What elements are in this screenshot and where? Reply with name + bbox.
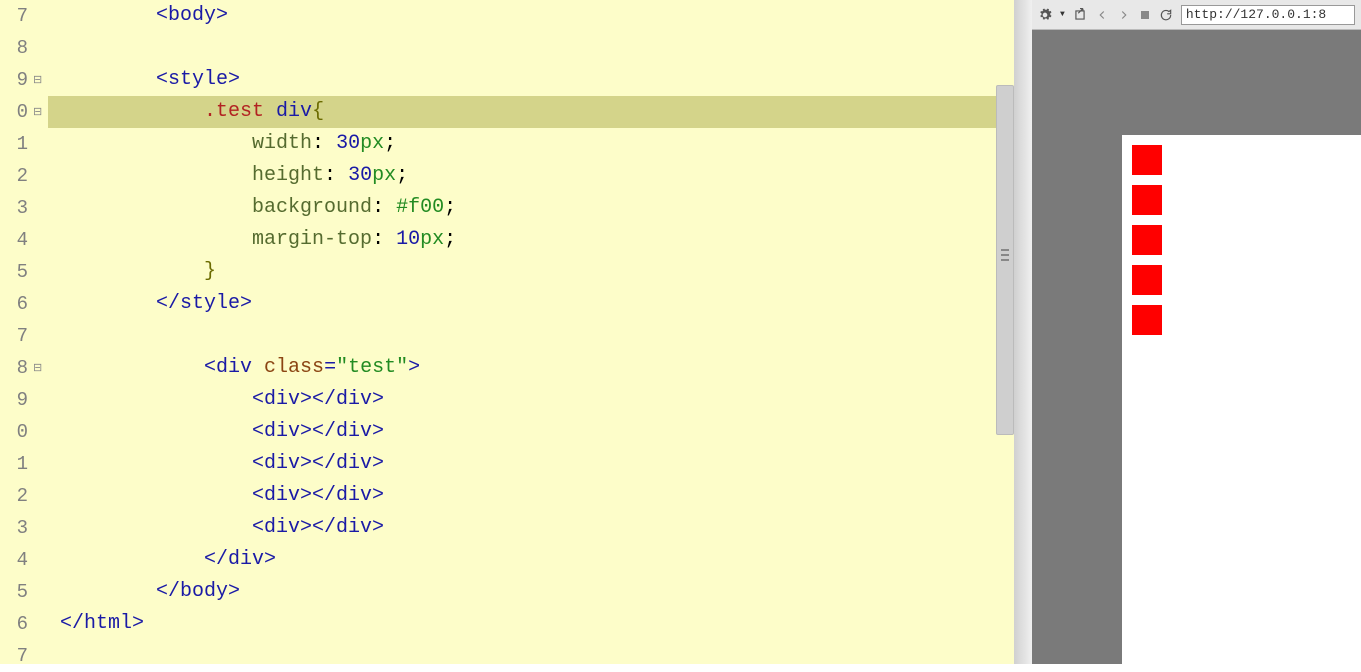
preview-viewport <box>1032 30 1361 664</box>
forward-icon[interactable] <box>1117 8 1131 22</box>
line-number: 6 <box>0 288 30 320</box>
code-line[interactable]: <div></div> <box>48 384 1014 416</box>
scrollbar-grip[interactable] <box>1001 246 1009 270</box>
preview-box <box>1132 305 1162 335</box>
code-line[interactable] <box>48 640 1014 672</box>
preview-toolbar: ▼ http://127.0.0.1:8 <box>1032 0 1361 30</box>
code-line[interactable]: background: #f00; <box>48 192 1014 224</box>
line-number: 0 <box>0 416 30 448</box>
preview-box <box>1132 265 1162 295</box>
code-line[interactable] <box>48 32 1014 64</box>
code-line[interactable]: <div></div> <box>48 416 1014 448</box>
code-line[interactable]: </div> <box>48 544 1014 576</box>
line-number: 6 <box>0 608 30 640</box>
rendered-page <box>1122 135 1361 664</box>
line-number: 4 <box>0 544 30 576</box>
line-number: 2 <box>0 160 30 192</box>
fold-toggle-icon[interactable]: ⊟ <box>33 361 42 375</box>
line-number: 9 <box>0 64 30 96</box>
line-number: 7 <box>0 0 30 32</box>
stop-icon[interactable] <box>1139 9 1151 21</box>
line-number: 3 <box>0 512 30 544</box>
dropdown-icon[interactable]: ▼ <box>1060 10 1065 19</box>
ide-window: 789012345678901234567 ⊟ ⊟ ⊟ <body> <style>… <box>0 0 1361 664</box>
line-number: 8 <box>0 32 30 64</box>
code-line[interactable]: <div></div> <box>48 448 1014 480</box>
code-line[interactable]: <div></div> <box>48 512 1014 544</box>
line-number-gutter: 789012345678901234567 <box>0 0 30 664</box>
preview-box <box>1132 225 1162 255</box>
code-line[interactable]: </html> <box>48 608 1014 640</box>
code-line[interactable]: margin-top: 10px; <box>48 224 1014 256</box>
code-line[interactable] <box>48 320 1014 352</box>
code-line[interactable]: </style> <box>48 288 1014 320</box>
code-line[interactable]: height: 30px; <box>48 160 1014 192</box>
code-line[interactable]: <style> <box>48 64 1014 96</box>
code-line[interactable]: <div></div> <box>48 480 1014 512</box>
reload-icon[interactable] <box>1159 8 1173 22</box>
line-number: 5 <box>0 256 30 288</box>
line-number: 5 <box>0 576 30 608</box>
line-number: 4 <box>0 224 30 256</box>
preview-pane: ▼ http://127.0.0.1:8 <box>1032 0 1361 664</box>
code-line[interactable]: width: 30px; <box>48 128 1014 160</box>
code-editor[interactable]: 789012345678901234567 ⊟ ⊟ ⊟ <body> <style>… <box>0 0 1014 664</box>
url-input[interactable]: http://127.0.0.1:8 <box>1181 5 1355 25</box>
code-line[interactable]: <body> <box>48 0 1014 32</box>
pane-separator[interactable] <box>1014 0 1032 664</box>
code-line[interactable]: } <box>48 256 1014 288</box>
line-number: 8 <box>0 352 30 384</box>
back-icon[interactable] <box>1095 8 1109 22</box>
preview-box <box>1132 145 1162 175</box>
code-line[interactable]: <div class="test"> <box>48 352 1014 384</box>
line-number: 0 <box>0 96 30 128</box>
fold-gutter: ⊟ ⊟ ⊟ <box>30 0 48 664</box>
line-number: 2 <box>0 480 30 512</box>
code-line[interactable]: </body> <box>48 576 1014 608</box>
code-area[interactable]: <body> <style> .test div{ width: 30px; h… <box>48 0 1014 664</box>
fold-toggle-icon[interactable]: ⊟ <box>33 73 42 87</box>
line-number: 9 <box>0 384 30 416</box>
preview-box <box>1132 185 1162 215</box>
line-number: 1 <box>0 448 30 480</box>
external-icon[interactable] <box>1073 8 1087 22</box>
line-number: 3 <box>0 192 30 224</box>
editor-scrollbar[interactable] <box>996 85 1014 435</box>
fold-toggle-icon[interactable]: ⊟ <box>33 105 42 119</box>
line-number: 1 <box>0 128 30 160</box>
line-number: 7 <box>0 320 30 352</box>
gear-icon[interactable] <box>1038 8 1052 22</box>
line-number: 7 <box>0 640 30 672</box>
code-line[interactable]: .test div{ <box>48 96 1014 128</box>
